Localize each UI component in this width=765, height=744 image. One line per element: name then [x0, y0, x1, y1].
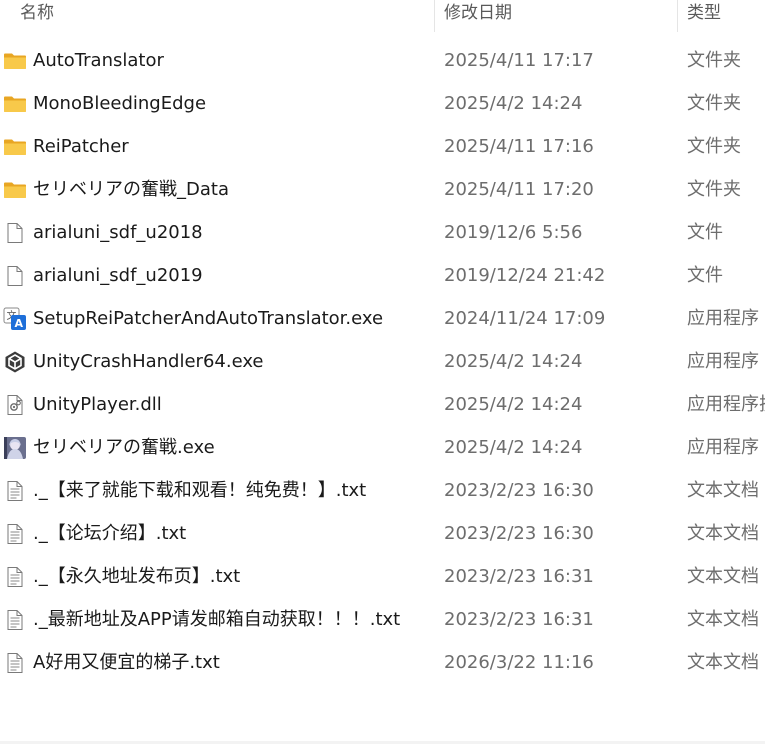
file-type: 文本文档	[687, 566, 759, 587]
file-name: arialuni_sdf_u2018	[33, 222, 203, 243]
file-row[interactable]: A好用又便宜的梯子.txt 2026/3/22 11:16 文本文档	[0, 641, 765, 684]
file-name: UnityCrashHandler64.exe	[33, 351, 264, 372]
folder-icon	[3, 135, 27, 159]
file-type: 应用程序扩	[687, 394, 765, 415]
file-date: 2025/4/2 14:24	[444, 394, 583, 415]
file-date: 2023/2/23 16:30	[444, 480, 594, 501]
column-divider[interactable]	[434, 0, 435, 32]
file-name: A好用又便宜的梯子.txt	[33, 652, 220, 673]
file-row[interactable]: ._【永久地址发布页】.txt 2023/2/23 16:31 文本文档	[0, 555, 765, 598]
file-type: 文件夹	[687, 179, 741, 200]
file-type: 文件	[687, 222, 723, 243]
folder-icon	[3, 49, 27, 73]
file-row[interactable]: arialuni_sdf_u2018 2019/12/6 5:56 文件	[0, 211, 765, 254]
blank-file-icon	[3, 264, 27, 288]
column-header-date[interactable]: 修改日期	[444, 0, 512, 32]
file-date: 2025/4/11 17:16	[444, 136, 594, 157]
file-explorer: 名称 修改日期 类型 AutoTranslator 2025/4/11 17:17…	[0, 0, 765, 744]
file-name: ._最新地址及APP请发邮箱自动获取！！！.txt	[33, 609, 401, 630]
file-date: 2025/4/2 14:24	[444, 437, 583, 458]
file-type: 文本文档	[687, 480, 759, 501]
column-header: 名称 修改日期 类型	[0, 0, 765, 32]
file-type: 文本文档	[687, 609, 759, 630]
text-file-icon	[3, 608, 27, 632]
file-list: AutoTranslator 2025/4/11 17:17 文件夹 MonoBlee…	[0, 39, 765, 684]
blank-file-icon	[3, 221, 27, 245]
file-name: arialuni_sdf_u2019	[33, 265, 203, 286]
file-date: 2025/4/2 14:24	[444, 93, 583, 114]
file-type: 文件夹	[687, 136, 741, 157]
text-file-icon	[3, 651, 27, 675]
column-divider[interactable]	[677, 0, 678, 32]
file-row[interactable]: UnityCrashHandler64.exe 2025/4/2 14:24 应用程…	[0, 340, 765, 383]
file-name: AutoTranslator	[33, 50, 164, 71]
file-type: 应用程序	[687, 308, 759, 329]
column-header-name[interactable]: 名称	[20, 0, 54, 32]
file-date: 2025/4/2 14:24	[444, 351, 583, 372]
file-date: 2025/4/11 17:17	[444, 50, 594, 71]
file-row[interactable]: UnityPlayer.dll 2025/4/2 14:24 应用程序扩	[0, 383, 765, 426]
file-row[interactable]: 文A SetupReiPatcherAndAutoTranslator.exe 20…	[0, 297, 765, 340]
file-name: ._【论坛介绍】.txt	[33, 523, 187, 544]
file-row[interactable]: MonoBleedingEdge 2025/4/2 14:24 文件夹	[0, 82, 765, 125]
file-type: 文本文档	[687, 652, 759, 673]
file-date: 2019/12/6 5:56	[444, 222, 583, 243]
file-name: ._【来了就能下载和观看！纯免费！】.txt	[33, 480, 367, 501]
unity-icon	[3, 350, 27, 374]
file-row[interactable]: セリベリアの奮戦_Data 2025/4/11 17:20 文件夹	[0, 168, 765, 211]
file-type: 应用程序	[687, 351, 759, 372]
file-type: 应用程序	[687, 437, 759, 458]
file-date: 2024/11/24 17:09	[444, 308, 606, 329]
file-name: セリベリアの奮戦.exe	[33, 437, 215, 458]
file-name: ReiPatcher	[33, 136, 129, 157]
file-name: MonoBleedingEdge	[33, 93, 207, 114]
text-file-icon	[3, 479, 27, 503]
file-row[interactable]: ._最新地址及APP请发邮箱自动获取！！！.txt 2023/2/23 16:31…	[0, 598, 765, 641]
file-date: 2023/2/23 16:31	[444, 566, 594, 587]
file-type: 文件夹	[687, 50, 741, 71]
file-row[interactable]: ReiPatcher 2025/4/11 17:16 文件夹	[0, 125, 765, 168]
folder-icon	[3, 178, 27, 202]
file-type: 文件夹	[687, 93, 741, 114]
text-file-icon	[3, 522, 27, 546]
column-header-type[interactable]: 类型	[687, 0, 721, 32]
file-date: 2023/2/23 16:30	[444, 523, 594, 544]
file-date: 2025/4/11 17:20	[444, 179, 594, 200]
game-app-icon	[3, 436, 27, 460]
translator-app-icon: 文A	[3, 307, 27, 331]
file-row[interactable]: セリベリアの奮戦.exe 2025/4/2 14:24 应用程序	[0, 426, 765, 469]
file-type: 文件	[687, 265, 723, 286]
svg-text:A: A	[15, 317, 24, 330]
file-date: 2023/2/23 16:31	[444, 609, 594, 630]
folder-icon	[3, 92, 27, 116]
file-row[interactable]: AutoTranslator 2025/4/11 17:17 文件夹	[0, 39, 765, 82]
file-name: SetupReiPatcherAndAutoTranslator.exe	[33, 308, 384, 329]
file-name: UnityPlayer.dll	[33, 394, 162, 415]
file-date: 2026/3/22 11:16	[444, 652, 594, 673]
file-row[interactable]: ._【来了就能下载和观看！纯免费！】.txt 2023/2/23 16:30 文本文…	[0, 469, 765, 512]
file-row[interactable]: arialuni_sdf_u2019 2019/12/24 21:42 文件	[0, 254, 765, 297]
file-date: 2019/12/24 21:42	[444, 265, 606, 286]
text-file-icon	[3, 565, 27, 589]
file-name: ._【永久地址发布页】.txt	[33, 566, 241, 587]
dll-file-icon	[3, 393, 27, 417]
file-name: セリベリアの奮戦_Data	[33, 179, 229, 200]
file-row[interactable]: ._【论坛介绍】.txt 2023/2/23 16:30 文本文档	[0, 512, 765, 555]
file-type: 文本文档	[687, 523, 759, 544]
